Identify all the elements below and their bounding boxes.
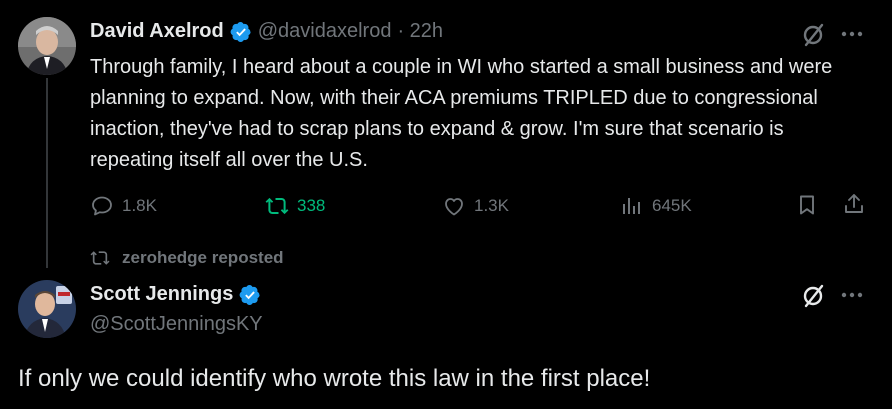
heart-icon bbox=[445, 198, 463, 216]
repost-button[interactable]: 338 bbox=[265, 194, 325, 218]
timestamp[interactable]: · 22h bbox=[397, 20, 443, 43]
grok-icon[interactable] bbox=[801, 283, 827, 309]
avatar[interactable] bbox=[18, 17, 76, 75]
like-count: 1.3K bbox=[474, 196, 509, 215]
reply-count: 1.8K bbox=[122, 196, 157, 215]
repost-count: 338 bbox=[297, 196, 326, 215]
reply-button[interactable]: 1.8K bbox=[90, 194, 157, 218]
views-count: 645K bbox=[652, 196, 692, 215]
more-options-icon[interactable] bbox=[840, 30, 864, 38]
repost-icon bbox=[265, 197, 289, 215]
like-button[interactable]: 1.3K bbox=[442, 194, 509, 218]
reply-icon bbox=[92, 196, 112, 216]
repost-icon bbox=[90, 251, 110, 265]
avatar[interactable] bbox=[18, 280, 76, 338]
verified-badge-icon bbox=[230, 21, 251, 42]
thread-line bbox=[46, 78, 48, 268]
verified-badge-icon bbox=[239, 284, 260, 305]
grok-icon[interactable] bbox=[801, 22, 827, 48]
author-handle[interactable]: @davidaxelrod bbox=[258, 20, 392, 43]
tweet-text: Through family, I heard about a couple i… bbox=[90, 56, 833, 171]
author-handle[interactable]: @ScottJenningsKY bbox=[90, 313, 263, 336]
author-name[interactable]: David Axelrod bbox=[90, 20, 224, 43]
tweet-text: If only we could identify who wrote this… bbox=[18, 365, 651, 392]
share-icon[interactable] bbox=[842, 192, 866, 216]
repost-banner-text: zerohedge reposted bbox=[122, 248, 284, 267]
views-button[interactable]: 645K bbox=[620, 194, 692, 218]
views-icon bbox=[623, 198, 640, 214]
tweet-header: David Axelrod @davidaxelrod · 22h bbox=[90, 20, 443, 43]
repost-banner[interactable]: zerohedge reposted bbox=[90, 248, 284, 268]
bookmark-icon[interactable] bbox=[795, 193, 819, 217]
tweet-header: Scott Jennings bbox=[90, 283, 261, 306]
author-name[interactable]: Scott Jennings bbox=[90, 283, 233, 306]
more-options-icon[interactable] bbox=[840, 291, 864, 299]
